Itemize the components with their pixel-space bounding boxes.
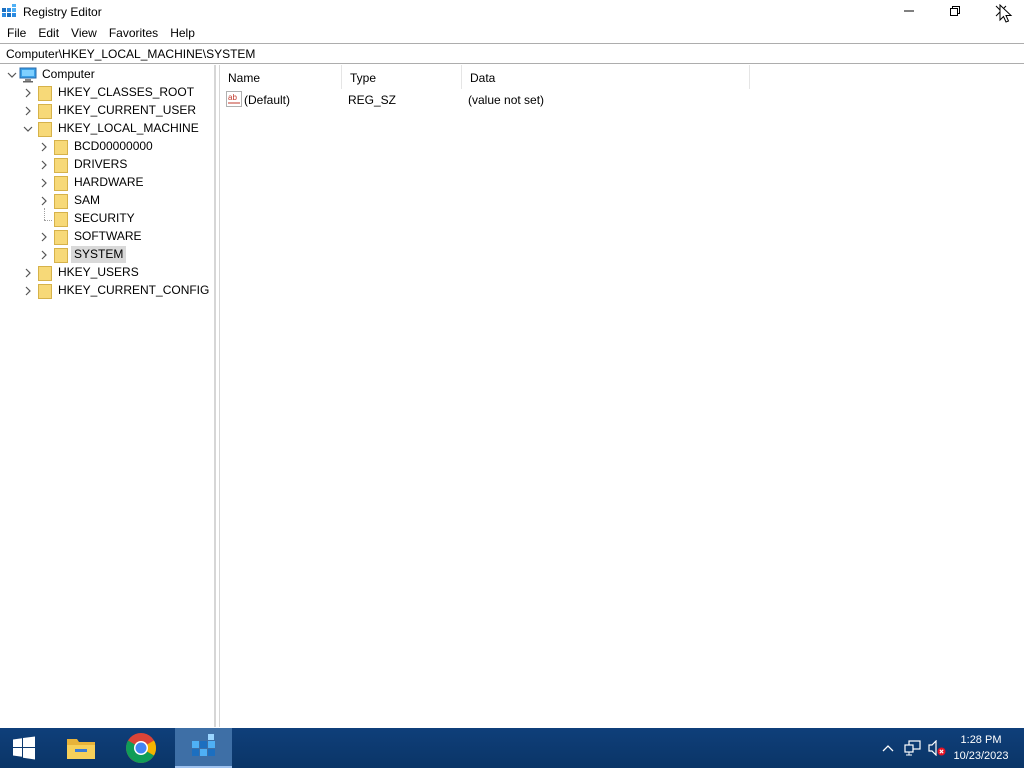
- taskbar-file-explorer[interactable]: [57, 728, 105, 768]
- menu-file[interactable]: File: [0, 23, 32, 42]
- chevron-down-icon[interactable]: [7, 70, 17, 80]
- tree-connector: [44, 208, 45, 220]
- tree-item-hkey-users[interactable]: HKEY_USERS: [55, 264, 142, 281]
- key-tree[interactable]: Computer HKEY_CLASSES_ROOT HKEY_CURRENT_…: [0, 65, 215, 727]
- clock-time: 1:28 PM: [960, 734, 1002, 746]
- chevron-right-icon[interactable]: [39, 160, 49, 170]
- folder-icon: [54, 230, 68, 245]
- folder-icon: [38, 284, 52, 299]
- tree-item-sam[interactable]: SAM: [71, 192, 103, 209]
- minimize-icon: [904, 10, 914, 12]
- menu-view[interactable]: View: [65, 23, 103, 42]
- mouse-cursor-icon: [999, 4, 1013, 23]
- chevron-right-icon[interactable]: [23, 268, 33, 278]
- svg-text:ab: ab: [228, 93, 237, 102]
- folder-icon: [54, 176, 68, 191]
- folder-icon: [38, 86, 52, 101]
- chevron-right-icon[interactable]: [23, 286, 33, 296]
- network-button[interactable]: [902, 728, 924, 768]
- restore-icon: [950, 6, 960, 16]
- folder-icon: [54, 194, 68, 209]
- file-explorer-icon: [67, 739, 95, 759]
- menu-help[interactable]: Help: [164, 23, 201, 42]
- volume-button[interactable]: [926, 728, 948, 768]
- restore-button[interactable]: [932, 0, 978, 22]
- tree-item-software[interactable]: SOFTWARE: [71, 228, 145, 245]
- taskbar-clock[interactable]: 1:28 PM 10/23/2023: [946, 732, 1016, 764]
- menu-favorites[interactable]: Favorites: [103, 23, 164, 42]
- value-data: (value not set): [468, 93, 545, 107]
- show-hidden-icons-button[interactable]: [879, 728, 897, 768]
- chevron-right-icon[interactable]: [39, 250, 49, 260]
- tree-item-hkey-local-machine[interactable]: HKEY_LOCAL_MACHINE: [55, 120, 202, 137]
- chevron-right-icon[interactable]: [39, 196, 49, 206]
- tree-item-hardware[interactable]: HARDWARE: [71, 174, 147, 191]
- regedit-icon: [2, 4, 16, 17]
- network-icon: [904, 740, 921, 756]
- tree-item-bcd00000000[interactable]: BCD00000000: [71, 138, 156, 155]
- taskbar: 1:28 PM 10/23/2023: [0, 728, 1024, 768]
- column-header-name[interactable]: Name: [220, 65, 342, 89]
- chevron-right-icon[interactable]: [39, 178, 49, 188]
- tree-item-hkey-current-user[interactable]: HKEY_CURRENT_USER: [55, 102, 199, 119]
- title-bar: Registry Editor: [0, 0, 1024, 23]
- values-list[interactable]: Name Type Data ab (Default) REG_SZ (valu…: [220, 65, 1024, 727]
- tree-item-hkey-current-config[interactable]: HKEY_CURRENT_CONFIG: [55, 282, 212, 299]
- folder-icon: [54, 248, 68, 263]
- folder-open-icon: [38, 122, 52, 137]
- value-row[interactable]: ab (Default) REG_SZ (value not set): [220, 90, 750, 110]
- chevron-down-icon[interactable]: [23, 124, 33, 134]
- folder-icon: [54, 140, 68, 155]
- volume-muted-icon: [928, 740, 946, 756]
- folder-icon: [38, 266, 52, 281]
- regedit-icon: [191, 734, 215, 756]
- folder-icon: [38, 104, 52, 119]
- folder-icon: [54, 158, 68, 173]
- chevron-right-icon[interactable]: [23, 106, 33, 116]
- chevron-up-icon: [882, 745, 894, 752]
- window-title: Registry Editor: [23, 5, 102, 19]
- minimize-button[interactable]: [886, 0, 932, 22]
- value-type: REG_SZ: [348, 93, 397, 107]
- tree-item-computer[interactable]: Computer: [39, 66, 98, 83]
- column-header-type[interactable]: Type: [342, 65, 462, 89]
- tree-item-drivers[interactable]: DRIVERS: [71, 156, 130, 173]
- start-button[interactable]: [0, 728, 48, 768]
- taskbar-chrome[interactable]: [117, 728, 165, 768]
- tree-connector: [44, 220, 52, 221]
- start-icon: [13, 736, 35, 760]
- computer-icon: [19, 67, 37, 83]
- menu-bar: File Edit View Favorites Help: [0, 23, 1024, 42]
- tree-item-hkey-classes-root[interactable]: HKEY_CLASSES_ROOT: [55, 84, 197, 101]
- string-value-icon: ab: [226, 91, 242, 107]
- value-name: (Default): [244, 93, 291, 107]
- column-header-data[interactable]: Data: [462, 65, 750, 89]
- clock-date: 10/23/2023: [953, 750, 1009, 762]
- chevron-right-icon[interactable]: [39, 232, 49, 242]
- tree-item-system[interactable]: SYSTEM: [71, 246, 127, 263]
- folder-icon: [54, 212, 68, 227]
- chevron-right-icon[interactable]: [23, 88, 33, 98]
- address-input[interactable]: [6, 47, 1006, 61]
- tree-item-security[interactable]: SECURITY: [71, 210, 138, 227]
- chevron-right-icon[interactable]: [39, 142, 49, 152]
- taskbar-registry-editor[interactable]: [175, 728, 232, 768]
- address-bar: [0, 43, 1024, 64]
- menu-edit[interactable]: Edit: [32, 23, 65, 42]
- chrome-icon: [126, 733, 157, 763]
